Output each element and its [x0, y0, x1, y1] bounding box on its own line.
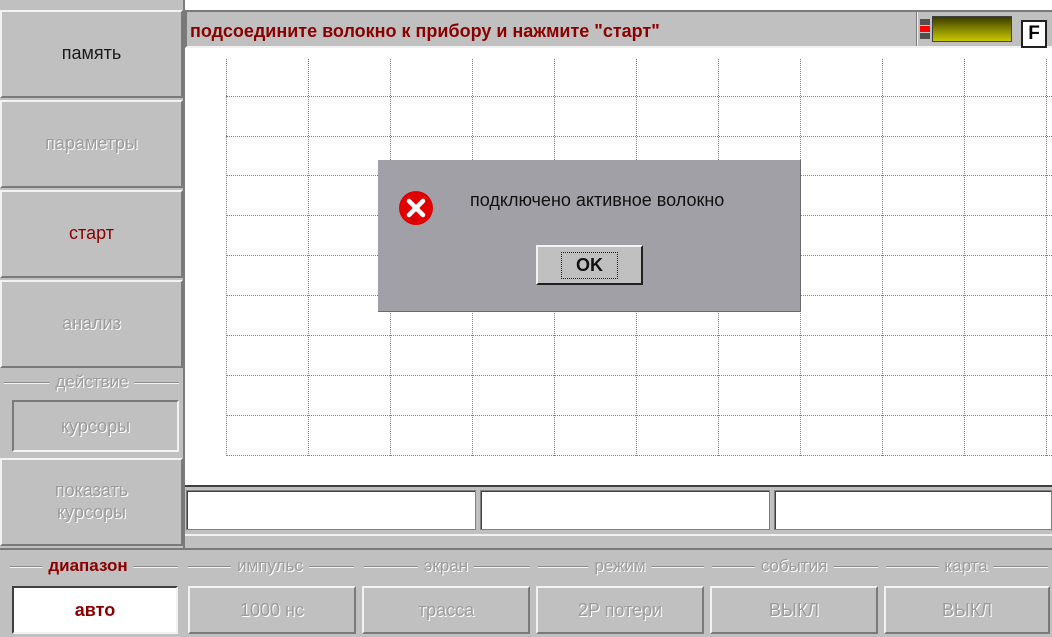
memory-button[interactable]: память	[0, 10, 183, 98]
range-label: диапазон	[42, 556, 134, 576]
battery-icon	[920, 16, 1012, 42]
mode-button[interactable]: 2P потери	[536, 586, 704, 634]
grid-h-8	[226, 375, 1052, 376]
show-cursors-line1: показать	[54, 480, 129, 501]
grid-h-1	[226, 96, 1052, 97]
battery-tip-lower	[920, 33, 930, 39]
status-divider	[916, 12, 918, 46]
battery-tip-mid	[920, 26, 930, 32]
grid-v-10	[964, 59, 965, 456]
f-button[interactable]: F	[1021, 20, 1047, 48]
error-dialog: подключено активное волокно OK	[378, 160, 801, 312]
cursors-button[interactable]: курсоры	[12, 400, 179, 452]
map-group: карта	[880, 556, 1052, 586]
info-row-bottom	[185, 534, 1052, 548]
start-button[interactable]: старт	[0, 190, 183, 278]
ok-button-label: OK	[561, 251, 618, 279]
battery-body	[932, 16, 1012, 42]
ok-button[interactable]: OK	[536, 245, 643, 285]
pulse-label: импульс	[231, 556, 309, 576]
range-button[interactable]: авто	[12, 586, 178, 634]
grid-v-9	[882, 59, 883, 456]
grid-h-7	[226, 335, 1052, 336]
events-group: события	[706, 556, 882, 586]
screen-button[interactable]: трасса	[362, 586, 530, 634]
action-group-label: действие	[49, 372, 135, 392]
events-button[interactable]: ВЫКЛ	[710, 586, 878, 634]
mode-label: режим	[588, 556, 652, 576]
grid-h-10	[226, 455, 1052, 456]
pulse-group: импульс	[182, 556, 358, 586]
info-box-2	[480, 490, 770, 530]
battery-tip-upper	[920, 19, 930, 25]
status-message: подсоедините волокно к прибору и нажмите…	[190, 21, 660, 41]
grid-v-11	[1046, 59, 1047, 456]
action-group: действие курсоры	[0, 372, 183, 457]
events-label: события	[754, 556, 834, 576]
screen-group: экран	[358, 556, 534, 586]
grid-v-1	[226, 59, 227, 456]
info-box-1	[186, 490, 476, 530]
grid-v-2	[308, 59, 309, 456]
analysis-button[interactable]: анализ	[0, 280, 183, 368]
range-group: диапазон	[0, 556, 180, 586]
grid-h-2	[226, 136, 1052, 137]
parameters-button[interactable]: параметры	[0, 100, 183, 188]
pulse-button[interactable]: 1000 нс	[188, 586, 356, 634]
map-button[interactable]: ВЫКЛ	[884, 586, 1050, 634]
show-cursors-button[interactable]: показать курсоры	[0, 458, 183, 546]
info-box-3	[774, 490, 1052, 530]
error-icon	[399, 191, 433, 225]
mode-group: режим	[532, 556, 708, 586]
show-cursors-line2: курсоры	[56, 502, 127, 522]
screen-label: экран	[417, 556, 475, 576]
map-label: карта	[938, 556, 994, 576]
dialog-message: подключено активное волокно	[470, 190, 725, 210]
grid-h-9	[226, 415, 1052, 416]
